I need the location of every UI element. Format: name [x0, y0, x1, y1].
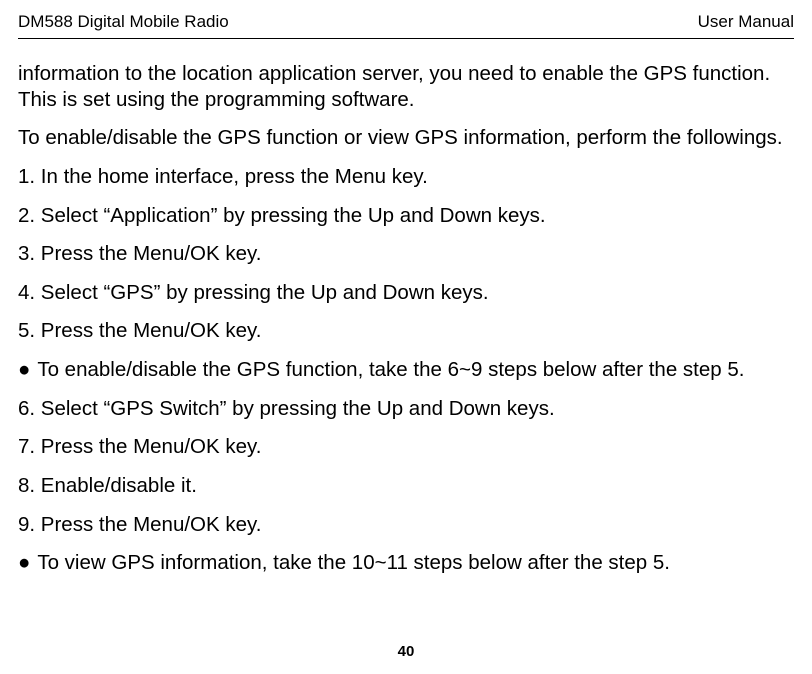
step-4: 4. Select “GPS” by pressing the Up and D… [18, 280, 794, 306]
paragraph-intro-2: To enable/disable the GPS function or vi… [18, 125, 794, 151]
paragraph-intro-1: information to the location application … [18, 61, 794, 112]
bullet-icon: ● [18, 357, 32, 383]
header-left-product: DM588 Digital Mobile Radio [18, 12, 229, 32]
bullet-view-info: ● To view GPS information, take the 10~1… [18, 550, 794, 576]
page-container: DM588 Digital Mobile Radio User Manual i… [0, 0, 812, 674]
step-2: 2. Select “Application” by pressing the … [18, 203, 794, 229]
step-9: 9. Press the Menu/OK key. [18, 512, 794, 538]
step-6: 6. Select “GPS Switch” by pressing the U… [18, 396, 794, 422]
header-right-title: User Manual [698, 12, 794, 32]
bullet-icon: ● [18, 550, 32, 576]
header-rule [18, 38, 794, 39]
bullet-enable-disable-text: To enable/disable the GPS function, take… [32, 358, 744, 381]
bullet-view-info-text: To view GPS information, take the 10~11 … [32, 551, 670, 574]
body-content: information to the location application … [18, 61, 794, 576]
page-header: DM588 Digital Mobile Radio User Manual [18, 12, 794, 36]
step-8: 8. Enable/disable it. [18, 473, 794, 499]
bullet-enable-disable: ● To enable/disable the GPS function, ta… [18, 357, 794, 383]
step-1: 1. In the home interface, press the Menu… [18, 164, 794, 190]
page-number: 40 [0, 643, 812, 660]
step-3: 3. Press the Menu/OK key. [18, 241, 794, 267]
step-7: 7. Press the Menu/OK key. [18, 434, 794, 460]
step-5: 5. Press the Menu/OK key. [18, 318, 794, 344]
